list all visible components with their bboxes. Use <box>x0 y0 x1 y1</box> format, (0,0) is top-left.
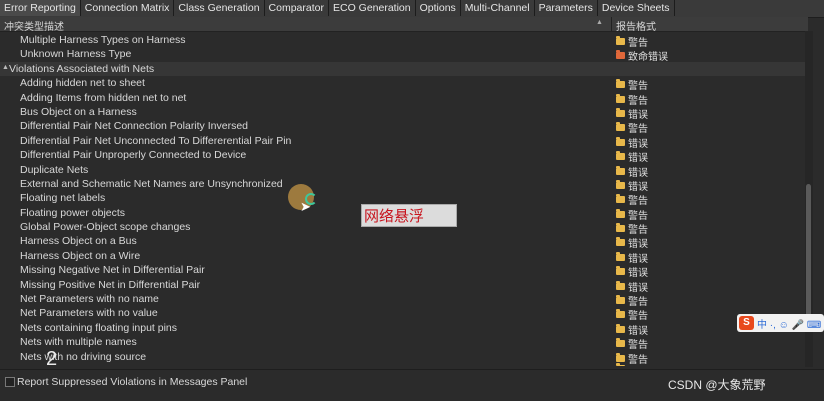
table-row[interactable]: Harness Object on a Bus 错误 <box>0 234 808 250</box>
ime-logo-icon[interactable]: S <box>739 316 754 330</box>
violation-name: Violations Associated with Nets <box>9 62 155 75</box>
report-mode-cell[interactable] <box>616 362 628 366</box>
violation-name: Unknown Harness Type <box>20 48 132 61</box>
table-row[interactable]: Net Parameters with no value 警告 <box>0 306 808 322</box>
folder-icon <box>616 251 625 261</box>
violation-name: Harness Object on a Wire <box>20 249 141 262</box>
violation-name: Differential Pair Net Connection Polarit… <box>20 120 249 133</box>
ime-toolbar[interactable]: S 中 ·, ☺ 🎤 ⌨ <box>737 314 824 332</box>
report-suppressed-checkbox[interactable] <box>5 377 15 387</box>
folder-icon <box>616 136 625 146</box>
folder-icon <box>616 165 625 175</box>
table-row[interactable]: Missing Positive Net in Differential Pai… <box>0 278 808 294</box>
folder-icon <box>616 237 625 247</box>
tab-connection-matrix[interactable]: Connection Matrix <box>81 0 175 16</box>
violation-name: External and Schematic Net Names are Uns… <box>20 177 283 190</box>
tab-bar: Error Reporting Connection Matrix Class … <box>0 0 824 18</box>
violation-list: Multiple Harness Types on Harness 警告 Unkno… <box>0 33 808 366</box>
net-hover-tooltip: 网络悬浮 <box>361 204 457 227</box>
report-suppressed-label[interactable]: Report Suppressed Violations in Messages… <box>17 376 247 388</box>
folder-icon <box>616 295 625 305</box>
collapse-arrow-icon[interactable]: ▲ <box>2 64 9 71</box>
violation-name: Bus Object on a Harness <box>20 105 137 118</box>
violation-name: Duplicate Nets <box>20 163 89 176</box>
folder-icon <box>616 151 625 161</box>
table-row[interactable]: Net Parameters with no name 警告 <box>0 292 808 308</box>
folder-icon <box>616 36 625 45</box>
folder-icon <box>616 362 625 366</box>
table-row[interactable]: Differential Pair Net Connection Polarit… <box>0 119 808 135</box>
violation-name: Nets with no driving source <box>20 350 147 363</box>
mouse-pointer-icon: ➤ <box>300 199 311 214</box>
table-row[interactable]: Adding hidden net to sheet 警告 <box>0 76 808 92</box>
table-row[interactable]: Differential Pair Net Unconnected To Dif… <box>0 134 808 150</box>
violation-name: Missing Negative Net in Differential Pai… <box>20 264 205 277</box>
sort-arrow-icon: ▲ <box>596 19 603 26</box>
violation-name: Floating net labels <box>20 192 106 205</box>
tab-class-generation[interactable]: Class Generation <box>174 0 265 16</box>
overlay-number: 2 <box>46 348 58 370</box>
tab-multi-channel[interactable]: Multi-Channel <box>461 0 535 16</box>
table-row[interactable]: Multiple Harness Types on Harness 警告 <box>0 33 808 49</box>
folder-icon <box>616 50 625 60</box>
folder-icon <box>616 309 625 319</box>
violation-name: Harness Object on a Bus <box>20 235 137 248</box>
table-row[interactable]: Duplicate Nets 错误 <box>0 163 808 179</box>
column-divider[interactable] <box>611 17 612 31</box>
table-row[interactable]: Bus Object on a Harness 错误 <box>0 105 808 121</box>
watermark-text: CSDN @大象荒野 <box>668 378 766 392</box>
column-header-report-mode[interactable]: 报告格式 <box>616 18 656 33</box>
table-row[interactable]: Harness Object on a Wire 错误 <box>0 249 808 265</box>
table-row[interactable]: Nets with no driving source 警告 <box>0 350 808 366</box>
tab-device-sheets[interactable]: Device Sheets <box>598 0 675 16</box>
folder-icon <box>616 79 625 89</box>
group-row[interactable]: ▲ Violations Associated with Nets <box>0 61 808 77</box>
violation-name: Floating power objects <box>20 206 126 219</box>
tab-comparator[interactable]: Comparator <box>265 0 329 16</box>
footer-bar: Report Suppressed Violations in Messages… <box>0 369 824 401</box>
folder-icon <box>616 223 625 233</box>
table-row[interactable]: Missing Negative Net in Differential Pai… <box>0 263 808 279</box>
folder-icon <box>616 280 625 290</box>
violation-name: Nets with multiple names <box>20 336 137 349</box>
tab-error-reporting[interactable]: Error Reporting <box>0 0 81 16</box>
folder-icon <box>616 194 625 204</box>
violation-name: Multiple Harness Types on Harness <box>20 34 186 46</box>
table-row[interactable] <box>0 362 808 366</box>
table-row[interactable]: Nets with multiple names 警告 <box>0 335 808 351</box>
table-row[interactable]: Nets containing floating input pins 错误 <box>0 321 808 337</box>
column-header-description[interactable]: 冲突类型描述 <box>4 18 64 33</box>
violation-name: Global Power-Object scope changes <box>20 221 191 234</box>
folder-icon <box>616 338 625 348</box>
tab-options[interactable]: Options <box>416 0 461 16</box>
table-row[interactable]: Differential Pair Unproperly Connected t… <box>0 148 808 164</box>
violation-name: Adding Items from hidden net to net <box>20 91 187 104</box>
table-row[interactable]: Unknown Harness Type 致命错误 <box>0 47 808 63</box>
folder-icon <box>616 266 625 276</box>
table-header: 冲突类型描述 ▲ 报告格式 <box>0 17 808 33</box>
tab-parameters[interactable]: Parameters <box>535 0 598 16</box>
ime-status-label[interactable]: 中 ·, ☺ 🎤 ⌨ <box>757 316 821 331</box>
scrollbar-thumb[interactable] <box>806 184 811 324</box>
folder-icon <box>616 323 625 333</box>
folder-icon <box>616 208 625 218</box>
violation-name: Differential Pair Net Unconnected To Dif… <box>20 134 292 147</box>
tab-eco-generation[interactable]: ECO Generation <box>329 0 416 16</box>
violation-name: Net Parameters with no name <box>20 293 159 306</box>
folder-icon <box>616 107 625 117</box>
folder-icon <box>616 352 625 362</box>
table-row[interactable]: External and Schematic Net Names are Uns… <box>0 177 808 193</box>
folder-icon <box>616 122 625 132</box>
violation-name: Net Parameters with no value <box>20 307 158 320</box>
violation-name: Missing Positive Net in Differential Pai… <box>20 278 201 291</box>
violation-name: Adding hidden net to sheet <box>20 77 145 90</box>
violation-name: Nets containing floating input pins <box>20 321 178 334</box>
table-row[interactable]: Adding Items from hidden net to net 警告 <box>0 91 808 107</box>
folder-icon <box>616 179 625 189</box>
folder-icon <box>616 93 625 103</box>
violation-name: Differential Pair Unproperly Connected t… <box>20 149 247 162</box>
